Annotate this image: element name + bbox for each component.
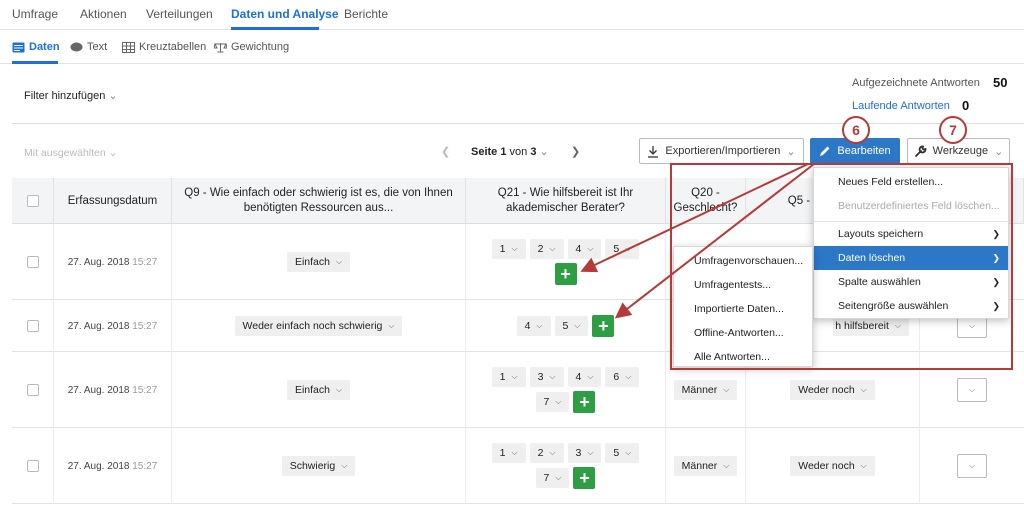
- annotation-arrow: [580, 163, 809, 273]
- callout-badge-7: 7: [939, 116, 967, 144]
- annotation-arrows: [580, 163, 815, 319]
- callout-badge-6: 6: [842, 116, 870, 144]
